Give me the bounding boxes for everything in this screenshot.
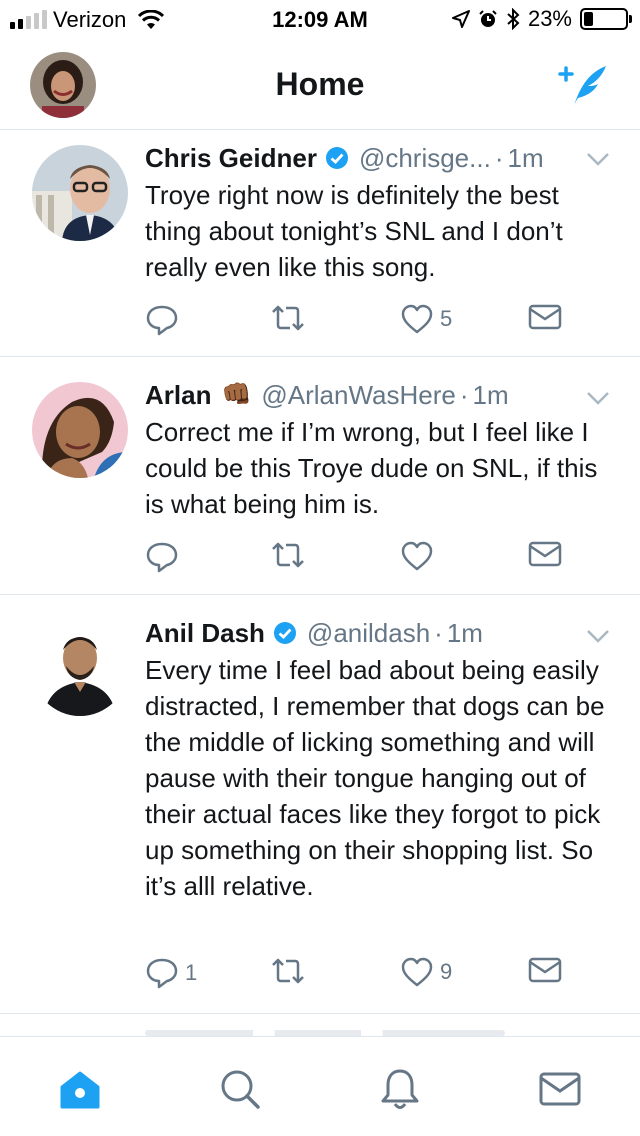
author-handle[interactable]: @ArlanWasHere [261, 378, 455, 412]
retweet-button[interactable] [270, 956, 306, 986]
notifications-icon[interactable] [378, 1067, 422, 1111]
status-bar: Verizon 12:09 AM 23% [0, 0, 640, 40]
retweet-icon [272, 305, 304, 331]
reply-button[interactable] [145, 540, 179, 574]
tweet[interactable]: Anil Dash @anildash · 1m Every time I fe… [0, 596, 640, 1014]
author-name[interactable]: Anil Dash [145, 616, 265, 650]
messages-icon[interactable] [538, 1067, 582, 1111]
author-handle[interactable]: @anildash [307, 616, 430, 650]
tweet-time: 1m [446, 618, 483, 648]
author-name[interactable]: Chris Geidner [145, 141, 317, 175]
like-count: 9 [440, 959, 453, 984]
reply-count: 1 [185, 960, 198, 985]
author-avatar[interactable] [32, 620, 128, 716]
bluetooth-icon [507, 8, 520, 30]
tweet-actions: 1 9 [145, 956, 565, 996]
like-icon [401, 304, 433, 334]
alarm-icon [479, 10, 497, 27]
tweet-text: Correct me if I’m wrong, but I feel like… [145, 417, 598, 519]
battery-icon [580, 8, 632, 30]
navigation-header: Home [0, 40, 640, 130]
dm-button[interactable] [527, 303, 563, 331]
verified-badge-icon [325, 147, 348, 169]
like-icon [401, 541, 433, 571]
tweet-time: 1m [472, 380, 509, 410]
author-avatar[interactable] [32, 145, 128, 241]
like-button[interactable] [400, 540, 434, 572]
retweet-icon [272, 542, 304, 568]
tweet-actions [145, 540, 565, 580]
compose-icon[interactable] [556, 60, 612, 110]
author-handle[interactable]: @chrisge... [359, 141, 491, 175]
dm-icon [528, 541, 562, 567]
home-icon[interactable] [58, 1067, 102, 1111]
retweet-button[interactable] [270, 303, 306, 333]
next-tweet-peek [145, 1026, 565, 1036]
tweet-actions: 5 [145, 303, 565, 343]
dm-button[interactable] [527, 956, 563, 984]
reply-icon [146, 305, 178, 336]
like-button[interactable]: 9 [400, 956, 452, 988]
dm-icon [528, 304, 562, 330]
separator-dot: · [459, 380, 469, 410]
reply-button[interactable]: 1 [145, 956, 197, 990]
like-button[interactable]: 5 [400, 303, 452, 335]
fist-emoji: 👊🏾 [221, 381, 252, 408]
separator-dot: · [494, 143, 504, 173]
retweet-icon [272, 958, 304, 984]
battery-percent: 23% [527, 6, 572, 31]
tweet-time: 1m [507, 143, 544, 173]
tweet-text: Troye right now is definitely the best t… [145, 180, 563, 282]
reply-icon [146, 542, 178, 573]
tab-bar [0, 1036, 640, 1136]
separator-dot: · [434, 618, 443, 648]
dm-button[interactable] [527, 540, 563, 568]
page-title: Home [275, 66, 365, 102]
author-name[interactable]: Arlan [145, 378, 211, 412]
retweet-button[interactable] [270, 540, 306, 570]
author-avatar[interactable] [32, 382, 128, 478]
verified-badge-icon [273, 622, 296, 644]
like-icon [401, 957, 433, 987]
tweet[interactable]: Arlan 👊🏾 @ArlanWasHere · 1m Correct me i… [0, 358, 640, 595]
reply-button[interactable] [145, 303, 179, 337]
like-count: 5 [440, 306, 453, 331]
tweet-text: Every time I feel bad about being easily… [145, 655, 605, 901]
location-icon [451, 10, 470, 28]
dm-icon [528, 957, 562, 983]
reply-icon [146, 958, 178, 989]
search-icon[interactable] [218, 1067, 262, 1111]
tweet[interactable]: Chris Geidner @chrisge... · 1m Troye rig… [0, 131, 640, 357]
